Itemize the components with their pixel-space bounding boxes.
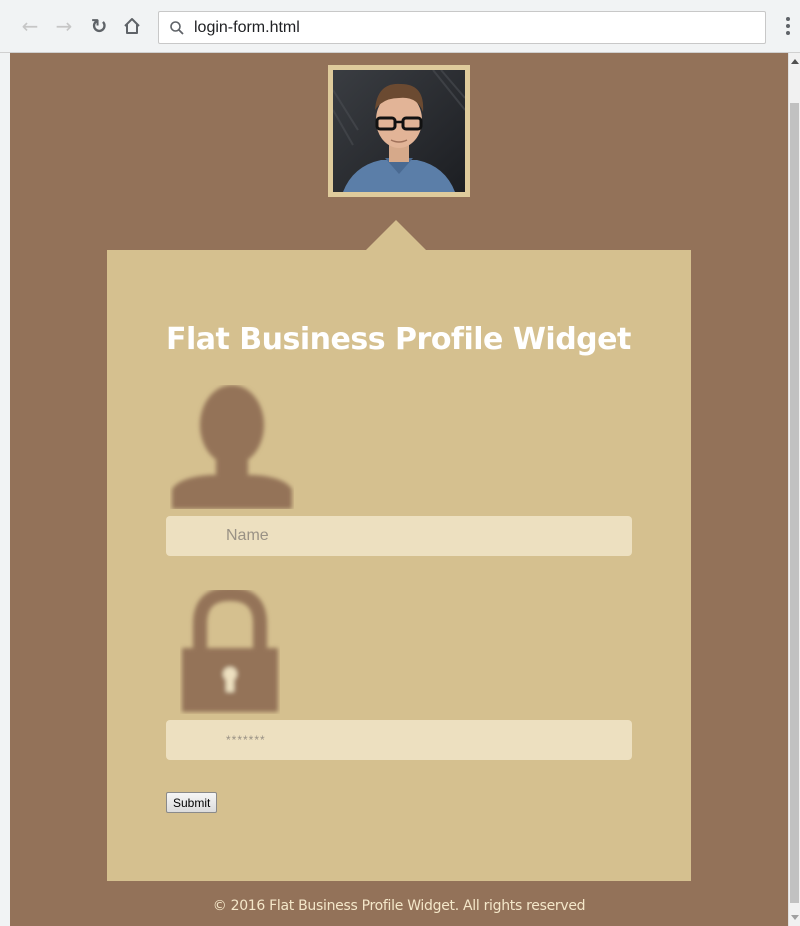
submit-button[interactable]: Submit [166,792,218,813]
login-card: Flat Business Profile Widget Name Submit [107,250,691,881]
profile-avatar [328,65,470,197]
reload-button[interactable]: ↻ [87,14,111,38]
back-button[interactable]: ← [18,14,42,38]
forward-button[interactable]: → [52,14,76,38]
scroll-down-icon[interactable] [791,915,799,920]
address-bar[interactable]: login-form.html [158,11,766,44]
page-viewport: Flat Business Profile Widget Name Submit… [10,53,788,926]
browser-toolbar: ← → ↻ login-form.html [0,0,800,53]
widget-title: Flat Business Profile Widget [166,322,631,357]
password-input[interactable] [166,720,632,760]
arrow-left-icon: ← [21,14,39,38]
lock-icon [182,590,278,712]
user-icon [172,385,292,509]
page-scrollbar[interactable] [788,53,800,926]
reload-icon: ↻ [90,14,108,38]
home-button[interactable] [120,14,144,38]
footer-copyright: © 2016 Flat Business Profile Widget. All… [212,898,586,914]
url-text: login-form.html [194,19,300,36]
kebab-menu-icon[interactable] [780,14,796,38]
scroll-up-icon[interactable] [791,59,799,64]
home-icon [124,18,140,34]
arrow-right-icon: → [55,14,73,38]
scrollbar-thumb[interactable] [790,103,799,903]
search-icon [170,21,184,35]
card-pointer [366,220,426,250]
name-input[interactable] [166,516,632,556]
profile-photo [332,69,466,192]
